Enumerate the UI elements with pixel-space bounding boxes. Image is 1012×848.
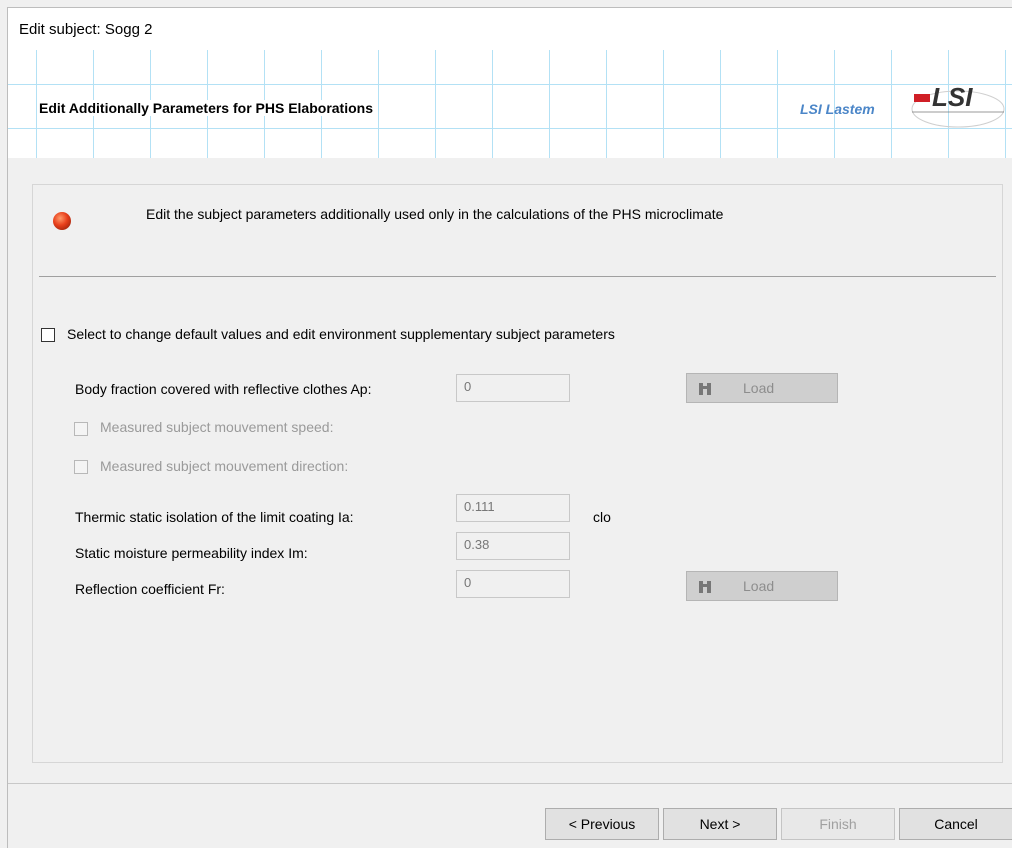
fr-input[interactable]: 0 bbox=[456, 570, 570, 598]
next-button[interactable]: Next > bbox=[663, 808, 777, 840]
finish-button[interactable]: Finish bbox=[781, 808, 895, 840]
load-icon bbox=[699, 581, 711, 593]
ia-unit: clo bbox=[593, 509, 611, 525]
im-input[interactable]: 0.38 bbox=[456, 532, 570, 560]
info-text: Edit the subject parameters additionally… bbox=[146, 206, 724, 222]
speed-label: Measured subject mouvement speed: bbox=[100, 419, 334, 435]
previous-button[interactable]: < Previous bbox=[545, 808, 659, 840]
enable-edit-label[interactable]: Select to change default values and edit… bbox=[67, 326, 615, 342]
ia-label: Thermic static isolation of the limit co… bbox=[75, 509, 354, 525]
direction-checkbox[interactable] bbox=[74, 460, 88, 474]
lsi-lastem-logo: LSI bbox=[911, 82, 1005, 128]
direction-label: Measured subject mouvement direction: bbox=[100, 458, 349, 474]
speed-checkbox[interactable] bbox=[74, 422, 88, 436]
enable-edit-checkbox[interactable] bbox=[41, 328, 55, 342]
load-fr-button[interactable]: Load bbox=[686, 571, 838, 601]
brand-name: LSI Lastem bbox=[800, 101, 875, 117]
dialog-window: Edit subject: Sogg 2 Edit Additionally P… bbox=[7, 7, 1012, 848]
fr-label: Reflection coefficient Fr: bbox=[75, 581, 225, 597]
title-bar: Edit subject: Sogg 2 bbox=[8, 8, 1012, 50]
load-icon bbox=[699, 383, 711, 395]
page-title: Edit Additionally Parameters for PHS Ela… bbox=[37, 100, 375, 116]
load-fr-label: Load bbox=[743, 578, 775, 594]
footer-separator bbox=[8, 783, 1012, 784]
wizard-header: Edit Additionally Parameters for PHS Ela… bbox=[8, 50, 1012, 158]
window-title: Edit subject: Sogg 2 bbox=[19, 21, 153, 38]
ia-input[interactable]: 0.111 bbox=[456, 494, 570, 522]
svg-text:LSI: LSI bbox=[932, 82, 973, 112]
im-label: Static moisture permeability index Im: bbox=[75, 545, 308, 561]
status-light-icon bbox=[53, 212, 71, 230]
ap-input[interactable]: 0 bbox=[456, 374, 570, 402]
separator bbox=[39, 276, 996, 277]
load-ap-label: Load bbox=[743, 380, 775, 396]
cancel-button[interactable]: Cancel bbox=[899, 808, 1012, 840]
ap-label: Body fraction covered with reflective cl… bbox=[75, 381, 372, 397]
load-ap-button[interactable]: Load bbox=[686, 373, 838, 403]
